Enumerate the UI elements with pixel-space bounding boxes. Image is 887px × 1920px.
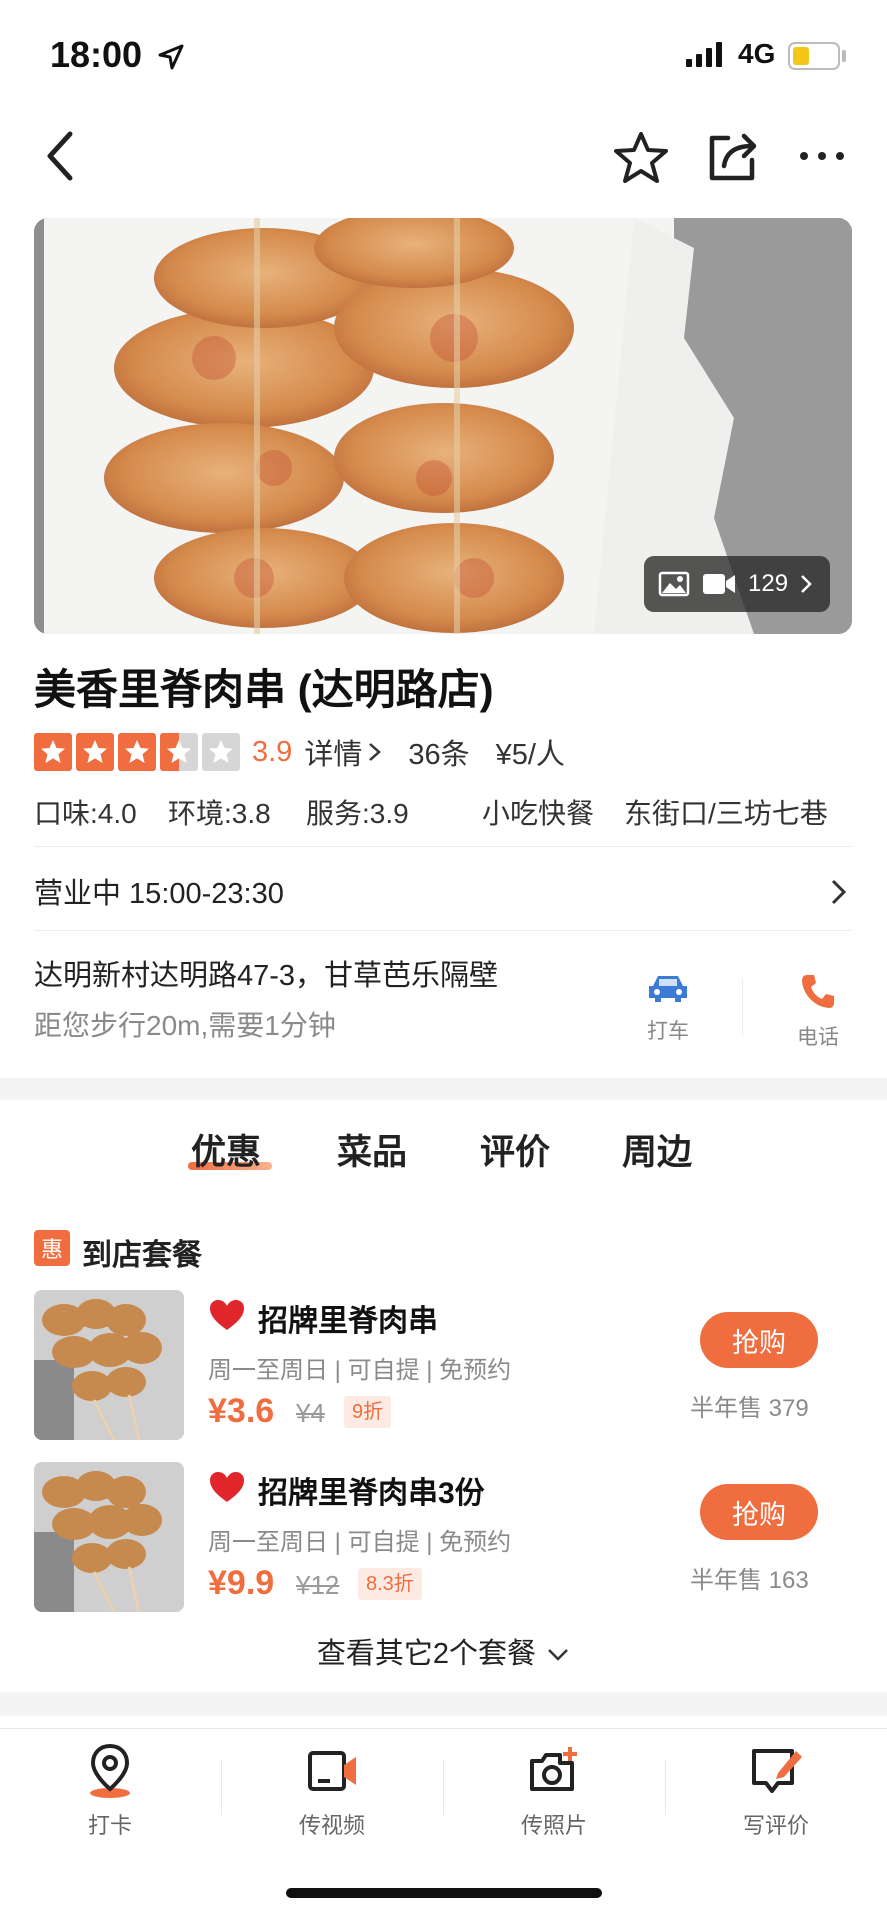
signal-icon <box>686 42 722 67</box>
rating-detail-link[interactable]: 详情 <box>304 731 362 773</box>
upload-video-label: 传视频 <box>298 1813 365 1838</box>
star-icon[interactable] <box>612 130 670 186</box>
business-hours[interactable]: 营业中 15:00-23:30 <box>34 870 284 912</box>
deal-original-price: ¥12 <box>296 1570 340 1600</box>
deal-price: ¥3.6 <box>208 1392 275 1430</box>
category-tag[interactable]: 小吃快餐 <box>482 792 594 832</box>
home-indicator[interactable] <box>286 1888 602 1898</box>
rating-row[interactable]: 3.9 详情 36条 ¥5/人 <box>34 730 565 774</box>
phone-icon <box>802 975 834 1008</box>
walk-distance: 距您步行20m,需要1分钟 <box>34 1010 336 1041</box>
package-section-title: 到店套餐 <box>82 1239 202 1272</box>
video-icon <box>703 574 735 594</box>
status-bar: 18:00 4G <box>0 0 887 110</box>
chevron-right-icon <box>369 743 382 761</box>
service-score: 服务:3.9 <box>306 798 409 829</box>
car-icon <box>649 976 687 1002</box>
location-pin-icon <box>90 1743 130 1798</box>
chevron-right-icon <box>801 575 812 593</box>
hero-photo[interactable]: 129 <box>34 218 852 634</box>
checkin-button[interactable]: 打卡 <box>50 1743 170 1840</box>
write-review-label: 写评价 <box>742 1813 809 1838</box>
divider <box>221 1759 222 1815</box>
tab-reviews[interactable]: 评价 <box>480 1124 550 1175</box>
more-packages-link[interactable]: 查看其它2个套餐 <box>0 1630 887 1672</box>
rating-star-icon <box>118 733 156 771</box>
sold-count: 半年售 163 <box>690 1567 809 1594</box>
battery-icon <box>788 42 840 70</box>
upload-photo-button[interactable]: 传照片 <box>494 1743 614 1840</box>
taxi-button[interactable]: 打车 <box>628 972 708 1045</box>
phone-button[interactable]: 电话 <box>778 972 858 1051</box>
divider <box>34 930 852 931</box>
network-type: 4G <box>738 38 776 69</box>
section-gap <box>0 1078 887 1100</box>
rating-star-icon <box>76 733 114 771</box>
deal-price: ¥9.9 <box>208 1564 275 1602</box>
rating-star-icon <box>160 733 198 771</box>
deal-name[interactable]: 招牌里脊肉串3份 <box>258 1468 485 1512</box>
environment-score: 环境:3.8 <box>168 798 271 829</box>
deal-discount: 8.3折 <box>358 1568 422 1600</box>
scores-row: 口味:4.0 环境:3.8 服务:3.9 小吃快餐 东街口/三坊七巷 <box>34 788 852 832</box>
deal-food-image <box>34 1290 184 1440</box>
chevron-down-icon <box>548 1649 568 1662</box>
taste-score: 口味:4.0 <box>34 798 137 829</box>
deal-discount: 9折 <box>344 1396 392 1428</box>
buy-button[interactable]: 抢购 <box>700 1312 818 1368</box>
tab-nearby[interactable]: 周边 <box>622 1124 692 1175</box>
deal-description: 周一至周日 | 可自提 | 免预约 <box>208 1529 512 1556</box>
star-rating <box>34 733 240 771</box>
battery-tip <box>842 50 846 62</box>
back-icon[interactable] <box>40 128 84 184</box>
rating-star-icon <box>202 733 240 771</box>
heart-icon <box>210 1300 244 1330</box>
location-arrow-icon <box>158 44 184 70</box>
phone-label: 电话 <box>797 1026 839 1049</box>
shop-title: 美香里脊肉串 (达明路店) <box>34 666 494 713</box>
upload-video-icon <box>308 1751 356 1791</box>
avg-price: ¥5/人 <box>495 739 565 771</box>
write-review-icon <box>752 1749 802 1793</box>
sold-count: 半年售 379 <box>690 1395 809 1422</box>
more-packages-label: 查看其它2个套餐 <box>316 1638 537 1670</box>
discount-badge: 惠 <box>34 1230 70 1266</box>
share-icon[interactable] <box>706 130 760 184</box>
media-count: 129 <box>748 570 789 597</box>
rating-star-icon <box>34 733 72 771</box>
taxi-label: 打车 <box>647 1020 689 1043</box>
deal-image[interactable] <box>34 1290 184 1440</box>
area-tag[interactable]: 东街口/三坊七巷 <box>624 792 828 832</box>
buy-button[interactable]: 抢购 <box>700 1484 818 1540</box>
deal-food-image <box>34 1462 184 1612</box>
divider <box>443 1759 444 1815</box>
more-icon[interactable] <box>798 148 846 164</box>
write-review-button[interactable]: 写评价 <box>716 1743 836 1840</box>
heart-icon <box>210 1472 244 1502</box>
upload-photo-icon <box>530 1747 577 1791</box>
tab-dishes[interactable]: 菜品 <box>337 1124 407 1175</box>
bottom-action-bar: 打卡 传视频 传照片 写评价 <box>0 1728 887 1878</box>
deal-name[interactable]: 招牌里脊肉串 <box>258 1296 438 1340</box>
divider <box>34 846 852 847</box>
review-count[interactable]: 36条 <box>408 731 469 773</box>
deal-description: 周一至周日 | 可自提 | 免预约 <box>208 1357 512 1384</box>
media-gallery-badge[interactable]: 129 <box>644 556 830 612</box>
upload-video-button[interactable]: 传视频 <box>272 1743 392 1840</box>
section-gap <box>0 1692 887 1716</box>
photo-icon <box>658 571 690 597</box>
tab-offers[interactable]: 优惠 <box>191 1124 261 1175</box>
checkin-label: 打卡 <box>87 1813 132 1838</box>
chevron-right-icon[interactable] <box>830 878 848 906</box>
deal-original-price: ¥4 <box>296 1398 325 1428</box>
deal-image[interactable] <box>34 1462 184 1612</box>
divider <box>665 1759 666 1815</box>
status-time: 18:00 <box>50 34 143 75</box>
rating-score: 3.9 <box>252 735 293 768</box>
address[interactable]: 达明新村达明路47-3，甘草芭乐隔壁 <box>34 952 498 994</box>
upload-photo-label: 传照片 <box>520 1813 587 1838</box>
divider <box>742 978 743 1036</box>
